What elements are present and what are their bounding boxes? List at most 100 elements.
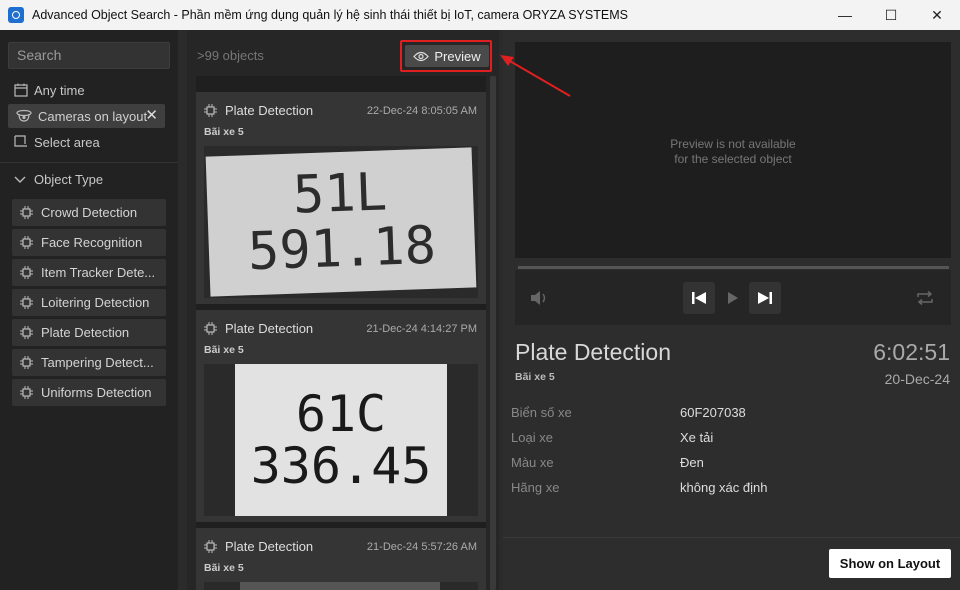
result-card[interactable]: Plate Detection 22-Dec-24 8:05:05 AM Bãi… bbox=[196, 92, 486, 304]
skip-next-icon bbox=[758, 292, 772, 304]
chip-icon bbox=[20, 326, 33, 339]
attribute-label: Hãng xe bbox=[511, 480, 560, 495]
object-type-label: Tampering Detect... bbox=[41, 355, 154, 370]
previous-button[interactable] bbox=[683, 282, 715, 314]
volume-button[interactable] bbox=[523, 282, 555, 314]
card-camera: Bãi xe 5 bbox=[204, 126, 244, 138]
app-logo-icon bbox=[8, 7, 24, 23]
plate-line-2: 591.18 bbox=[247, 215, 437, 283]
card-thumbnail: 51L 591.18 bbox=[204, 146, 478, 298]
object-type-label: Loitering Detection bbox=[41, 295, 150, 310]
select-area-icon bbox=[14, 135, 27, 147]
select-area-label: Select area bbox=[34, 134, 100, 150]
object-type-item[interactable]: Loitering Detection bbox=[12, 289, 166, 316]
skip-previous-icon bbox=[692, 292, 706, 304]
filter-sidebar: Search Any time Cameras on layout ✕ Sele… bbox=[0, 30, 178, 590]
seek-bar[interactable] bbox=[518, 266, 949, 269]
title-bar: Advanced Object Search - Phần mềm ứng dụ… bbox=[0, 0, 960, 30]
card-camera: Bãi xe 5 bbox=[204, 344, 244, 356]
chip-icon bbox=[20, 236, 33, 249]
chip-remove-icon[interactable]: ✕ bbox=[145, 106, 158, 124]
card-time: 21-Dec-24 5:57:26 AM bbox=[366, 541, 477, 553]
chip-icon bbox=[20, 296, 33, 309]
video-preview: Preview is not available for the selecte… bbox=[515, 42, 951, 258]
preview-unavailable-line-1: Preview is not available bbox=[670, 137, 796, 151]
card-camera: Bãi xe 5 bbox=[204, 562, 244, 574]
object-type-label: Face Recognition bbox=[41, 235, 143, 250]
preview-unavailable-message: Preview is not available for the selecte… bbox=[515, 137, 951, 167]
window-title: Advanced Object Search - Phần mềm ứng dụ… bbox=[32, 8, 628, 22]
license-plate-image: 51L 591.18 bbox=[205, 147, 477, 297]
card-header: Plate Detection bbox=[204, 539, 313, 554]
object-type-item[interactable]: Tampering Detect... bbox=[12, 349, 166, 376]
camera-icon bbox=[16, 109, 32, 122]
object-type-item[interactable]: Crowd Detection bbox=[12, 199, 166, 226]
any-time-label: Any time bbox=[34, 82, 85, 98]
attribute-label: Màu xe bbox=[511, 455, 554, 470]
maximize-button[interactable]: ☐ bbox=[868, 0, 914, 30]
attribute-label: Loại xe bbox=[511, 430, 553, 445]
sidebar-divider bbox=[0, 162, 178, 163]
cameras-on-layout-chip[interactable]: Cameras on layout ✕ bbox=[8, 104, 165, 128]
chip-icon bbox=[20, 206, 33, 219]
attribute-value: Đen bbox=[680, 455, 704, 470]
plate-line-1: 61C bbox=[295, 384, 387, 443]
object-date: 20-Dec-24 bbox=[884, 371, 950, 387]
thumbnail-image bbox=[240, 582, 440, 590]
object-camera: Bãi xe 5 bbox=[515, 371, 555, 383]
object-type-item[interactable]: Uniforms Detection bbox=[12, 379, 166, 406]
object-type-label: Crowd Detection bbox=[41, 205, 138, 220]
result-card[interactable]: Plate Detection 21-Dec-24 4:14:27 PM Bãi… bbox=[196, 310, 486, 522]
object-type-label: Object Type bbox=[34, 172, 104, 187]
object-time: 6:02:51 bbox=[873, 339, 950, 365]
object-type-item[interactable]: Plate Detection bbox=[12, 319, 166, 346]
scrollbar-thumb[interactable] bbox=[490, 76, 496, 590]
speaker-icon bbox=[531, 291, 546, 305]
minimize-button[interactable]: — bbox=[822, 0, 868, 30]
result-card[interactable]: Plate Detection 21-Dec-24 5:57:26 AM Bãi… bbox=[196, 528, 486, 590]
chip-icon bbox=[204, 540, 217, 553]
next-button[interactable] bbox=[749, 282, 781, 314]
close-button[interactable]: ✕ bbox=[914, 0, 960, 30]
preview-unavailable-line-2: for the selected object bbox=[674, 152, 792, 166]
chip-icon bbox=[20, 386, 33, 399]
object-type-label: Item Tracker Dete... bbox=[41, 265, 156, 280]
repeat-icon bbox=[917, 290, 933, 306]
results-panel: >99 objects Preview Plate Detection 22-D… bbox=[187, 30, 499, 590]
any-time-filter[interactable]: Any time bbox=[14, 80, 85, 100]
object-type-label: Plate Detection bbox=[41, 325, 130, 340]
card-title: Plate Detection bbox=[225, 321, 314, 336]
card-thumbnail bbox=[204, 582, 478, 590]
preview-panel: Preview is not available for the selecte… bbox=[503, 30, 960, 590]
playback-controls bbox=[515, 270, 951, 325]
window-controls: — ☐ ✕ bbox=[822, 0, 960, 30]
play-button[interactable] bbox=[717, 282, 749, 314]
calendar-icon bbox=[14, 83, 28, 97]
results-count: >99 objects bbox=[197, 48, 264, 63]
object-type-header[interactable]: Object Type bbox=[14, 172, 103, 187]
chip-icon bbox=[20, 266, 33, 279]
attribute-value: 60F207038 bbox=[680, 405, 746, 420]
card-time: 22-Dec-24 8:05:05 AM bbox=[366, 105, 477, 117]
card-header: Plate Detection bbox=[204, 321, 313, 336]
card-thumbnail: 61C 336.45 bbox=[204, 364, 478, 516]
chip-icon bbox=[204, 322, 217, 335]
show-on-layout-button[interactable]: Show on Layout bbox=[829, 549, 951, 578]
attribute-value: không xác định bbox=[680, 480, 768, 495]
card-title: Plate Detection bbox=[225, 103, 314, 118]
panel-divider bbox=[503, 537, 960, 538]
chip-icon bbox=[20, 356, 33, 369]
chevron-down-icon bbox=[14, 176, 26, 183]
attribute-value: Xe tải bbox=[680, 430, 714, 445]
loop-button[interactable] bbox=[909, 282, 941, 314]
object-type-item[interactable]: Item Tracker Dete... bbox=[12, 259, 166, 286]
object-type-item[interactable]: Face Recognition bbox=[12, 229, 166, 256]
card-title: Plate Detection bbox=[225, 539, 314, 554]
results-scrollbar[interactable] bbox=[490, 76, 496, 590]
search-input[interactable]: Search bbox=[8, 42, 170, 69]
license-plate-image: 61C 336.45 bbox=[235, 364, 447, 516]
play-icon bbox=[728, 292, 738, 304]
select-area-filter[interactable]: Select area bbox=[14, 132, 100, 152]
attribute-label: Biển số xe bbox=[511, 405, 572, 420]
card-header: Plate Detection bbox=[204, 103, 313, 118]
